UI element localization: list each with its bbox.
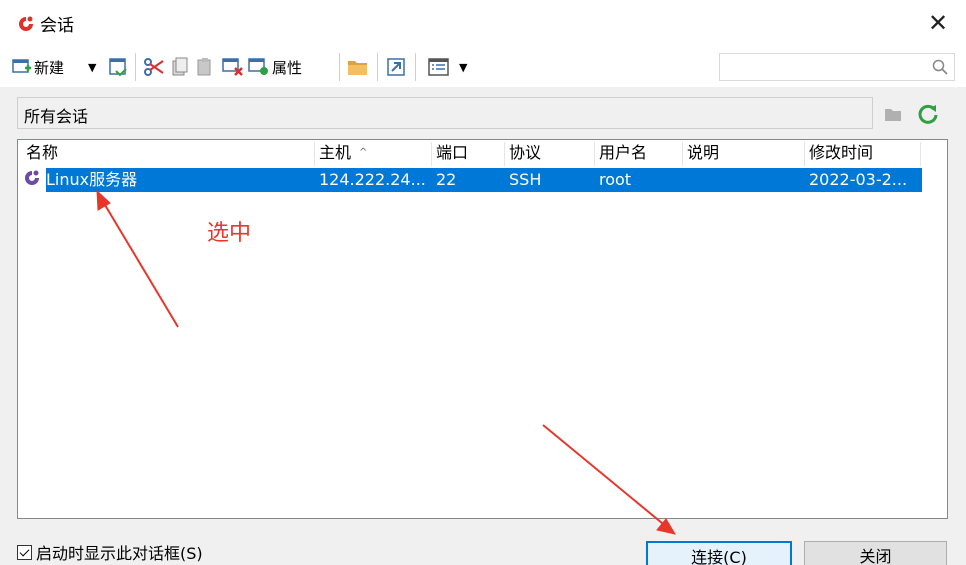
delete-button[interactable] (222, 56, 244, 78)
save-icon (109, 58, 127, 77)
session-list[interactable]: 名称 主机 ^ 端口 协议 用户名 说明 修改时间 Linux服务器 124.22… (17, 139, 948, 519)
path-label: 所有会话 (24, 107, 89, 126)
annotation-label: 选中 (207, 221, 252, 246)
view-button[interactable] (428, 56, 450, 78)
cell-modified: 2022-03-2... (809, 170, 908, 189)
connect-button[interactable]: 连接(C) (646, 541, 792, 565)
new-session-button[interactable]: 新建 (12, 56, 64, 78)
cut-button[interactable] (143, 56, 165, 78)
properties-button[interactable]: 属性 (248, 56, 302, 78)
sort-asc-icon: ^ (359, 147, 368, 158)
search-icon[interactable] (932, 59, 948, 79)
app-logo-icon (17, 15, 35, 33)
content-area: 所有会话 名称 主机 ^ 端口 协议 用户名 说明 修改时间 Linux服务器 … (0, 87, 966, 565)
show-on-startup-checkbox[interactable] (17, 544, 32, 560)
column-modified[interactable]: 修改时间 (805, 142, 921, 166)
shortcut-button[interactable] (386, 56, 406, 78)
properties-icon (248, 58, 268, 75)
cut-icon (144, 58, 164, 76)
folder-icon (348, 61, 367, 75)
cell-port: 22 (436, 170, 457, 189)
column-user[interactable]: 用户名 (595, 142, 683, 166)
dropdown-arrow-icon[interactable]: ▼ (88, 56, 96, 78)
new-label: 新建 (34, 58, 65, 77)
properties-label: 属性 (272, 58, 303, 77)
toolbar-separator (415, 53, 416, 81)
toolbar-separator (135, 53, 136, 81)
open-folder-button[interactable] (347, 56, 369, 78)
close-icon[interactable]: ✕ (923, 8, 953, 38)
cell-name: Linux服务器 (46, 170, 138, 189)
cell-host: 124.222.24... (319, 170, 426, 189)
new-session-icon (12, 59, 31, 73)
copy-button[interactable] (171, 56, 189, 78)
search-input[interactable] (719, 53, 955, 81)
toolbar: 新建 ▼ 属性 ▼ (0, 50, 966, 84)
cell-user: root (599, 170, 632, 189)
view-icon (428, 58, 449, 76)
window-title: 会话 (40, 16, 74, 36)
cell-protocol: SSH (509, 170, 542, 189)
show-on-startup-option[interactable]: 启动时显示此对话框(S) (17, 540, 203, 564)
paste-button[interactable] (196, 56, 214, 78)
paste-icon (197, 58, 211, 76)
column-header: 名称 主机 ^ 端口 协议 用户名 说明 修改时间 (18, 140, 947, 166)
toolbar-separator (339, 53, 340, 81)
delete-icon (222, 58, 243, 76)
column-host[interactable]: 主机 ^ (315, 142, 432, 166)
close-button[interactable]: 关闭 (804, 541, 947, 565)
path-bar: 所有会话 (17, 97, 873, 129)
session-icon (23, 169, 41, 191)
column-note[interactable]: 说明 (683, 142, 805, 166)
title-bar: 会话 ✕ (0, 0, 966, 47)
column-protocol[interactable]: 协议 (505, 142, 595, 166)
column-name[interactable]: 名称 (22, 142, 315, 166)
shortcut-icon (387, 58, 405, 76)
table-row[interactable]: Linux服务器 124.222.24... 22 SSH root 2022-… (46, 168, 922, 192)
dropdown-arrow-icon[interactable]: ▼ (459, 56, 467, 78)
new-folder-icon[interactable] (884, 107, 902, 126)
toolbar-separator (377, 53, 378, 81)
show-on-startup-label: 启动时显示此对话框(S) (36, 544, 203, 563)
save-button[interactable] (108, 56, 128, 78)
column-port[interactable]: 端口 (432, 142, 505, 166)
copy-icon (172, 57, 188, 76)
refresh-icon[interactable] (917, 103, 939, 129)
